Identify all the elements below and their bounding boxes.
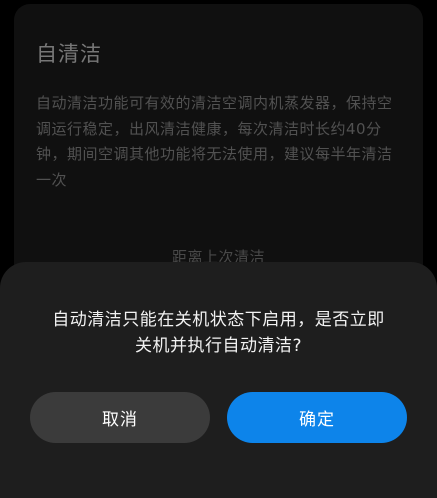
dialog-message: 自动清洁只能在关机状态下启用，是否立即 关机并执行自动清洁? — [30, 307, 407, 359]
dialog-message-line2: 关机并执行自动清洁? — [134, 336, 303, 356]
screen: 自清洁 自动清洁功能可有效的清洁空调内机蒸发器，保持空调运行稳定，出风清洁健康，… — [0, 0, 437, 498]
confirm-button-label: 确定 — [299, 410, 335, 430]
cancel-button-label: 取消 — [102, 410, 138, 430]
dialog-message-line1: 自动清洁只能在关机状态下启用，是否立即 — [52, 310, 385, 330]
cancel-button[interactable]: 取消 — [30, 392, 210, 443]
confirm-dialog: 自动清洁只能在关机状态下启用，是否立即 关机并执行自动清洁? 取消 确定 — [0, 262, 437, 498]
confirm-button[interactable]: 确定 — [227, 392, 407, 443]
